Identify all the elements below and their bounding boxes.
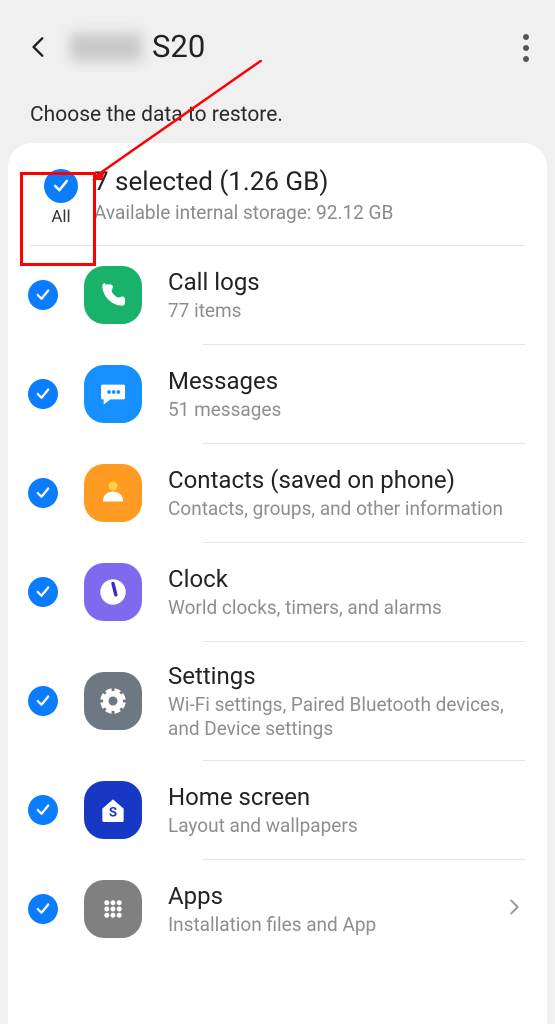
available-storage-label: Available internal storage: 92.12 GB (94, 201, 525, 224)
check-icon (34, 484, 52, 502)
list-item-apps[interactable]: Apps Installation files and App (8, 860, 547, 944)
select-all-checkbox[interactable] (44, 169, 78, 203)
check-icon (34, 900, 52, 918)
more-options-button[interactable] (523, 34, 529, 62)
check-icon (34, 385, 52, 403)
select-all-label: All (51, 207, 70, 227)
check-icon (34, 583, 52, 601)
checkbox-call-logs[interactable] (28, 280, 58, 310)
back-button[interactable] (22, 30, 56, 64)
header: S20 (0, 0, 555, 75)
phone-icon (84, 266, 142, 324)
grid-icon (84, 880, 142, 938)
checkbox-home-screen[interactable] (28, 795, 58, 825)
item-subtitle: Contacts, groups, and other information (168, 497, 525, 521)
item-subtitle: Installation files and App (168, 913, 503, 937)
item-subtitle: Layout and wallpapers (168, 814, 525, 838)
message-icon (84, 365, 142, 423)
item-title: Settings (168, 662, 525, 691)
item-title: Apps (168, 882, 503, 911)
select-all-row: All 7 selected (1.26 GB) Available inter… (8, 157, 547, 245)
item-title: Contacts (saved on phone) (168, 466, 525, 495)
check-icon (34, 801, 52, 819)
item-subtitle: 51 messages (168, 398, 525, 422)
restore-card: All 7 selected (1.26 GB) Available inter… (8, 143, 547, 1024)
item-subtitle: 77 items (168, 299, 525, 323)
item-title: Messages (168, 367, 525, 396)
device-title-wrap: S20 (70, 28, 205, 65)
page-instruction: Choose the data to restore. (0, 75, 555, 143)
home-icon: S (84, 781, 142, 839)
chevron-right-icon[interactable] (503, 896, 525, 922)
check-icon (34, 286, 52, 304)
list-item-settings[interactable]: Settings Wi-Fi settings, Paired Bluetoot… (8, 642, 547, 760)
checkbox-settings[interactable] (28, 686, 58, 716)
list-item-call-logs[interactable]: Call logs 77 items (8, 246, 547, 344)
redacted-text (70, 33, 142, 61)
checkbox-contacts[interactable] (28, 478, 58, 508)
checkbox-clock[interactable] (28, 577, 58, 607)
checkbox-apps[interactable] (28, 894, 58, 924)
item-title: Call logs (168, 268, 525, 297)
item-subtitle: Wi-Fi settings, Paired Bluetooth devices… (168, 693, 525, 741)
list-item-clock[interactable]: Clock World clocks, timers, and alarms (8, 543, 547, 641)
item-title: Home screen (168, 783, 525, 812)
checkbox-messages[interactable] (28, 379, 58, 409)
item-subtitle: World clocks, timers, and alarms (168, 596, 525, 620)
back-icon (26, 34, 52, 60)
item-title: Clock (168, 565, 525, 594)
selection-summary-title: 7 selected (1.26 GB) (94, 167, 525, 197)
device-name: S20 (152, 28, 205, 65)
svg-text:S: S (109, 806, 117, 821)
clock-icon (84, 563, 142, 621)
check-icon (51, 176, 71, 196)
check-icon (34, 692, 52, 710)
list-item-contacts[interactable]: Contacts (saved on phone) Contacts, grou… (8, 444, 547, 542)
more-icon (523, 34, 529, 40)
list-item-home-screen[interactable]: S Home screen Layout and wallpapers (8, 761, 547, 859)
list-item-messages[interactable]: Messages 51 messages (8, 345, 547, 443)
gear-icon (84, 672, 142, 730)
person-icon (84, 464, 142, 522)
